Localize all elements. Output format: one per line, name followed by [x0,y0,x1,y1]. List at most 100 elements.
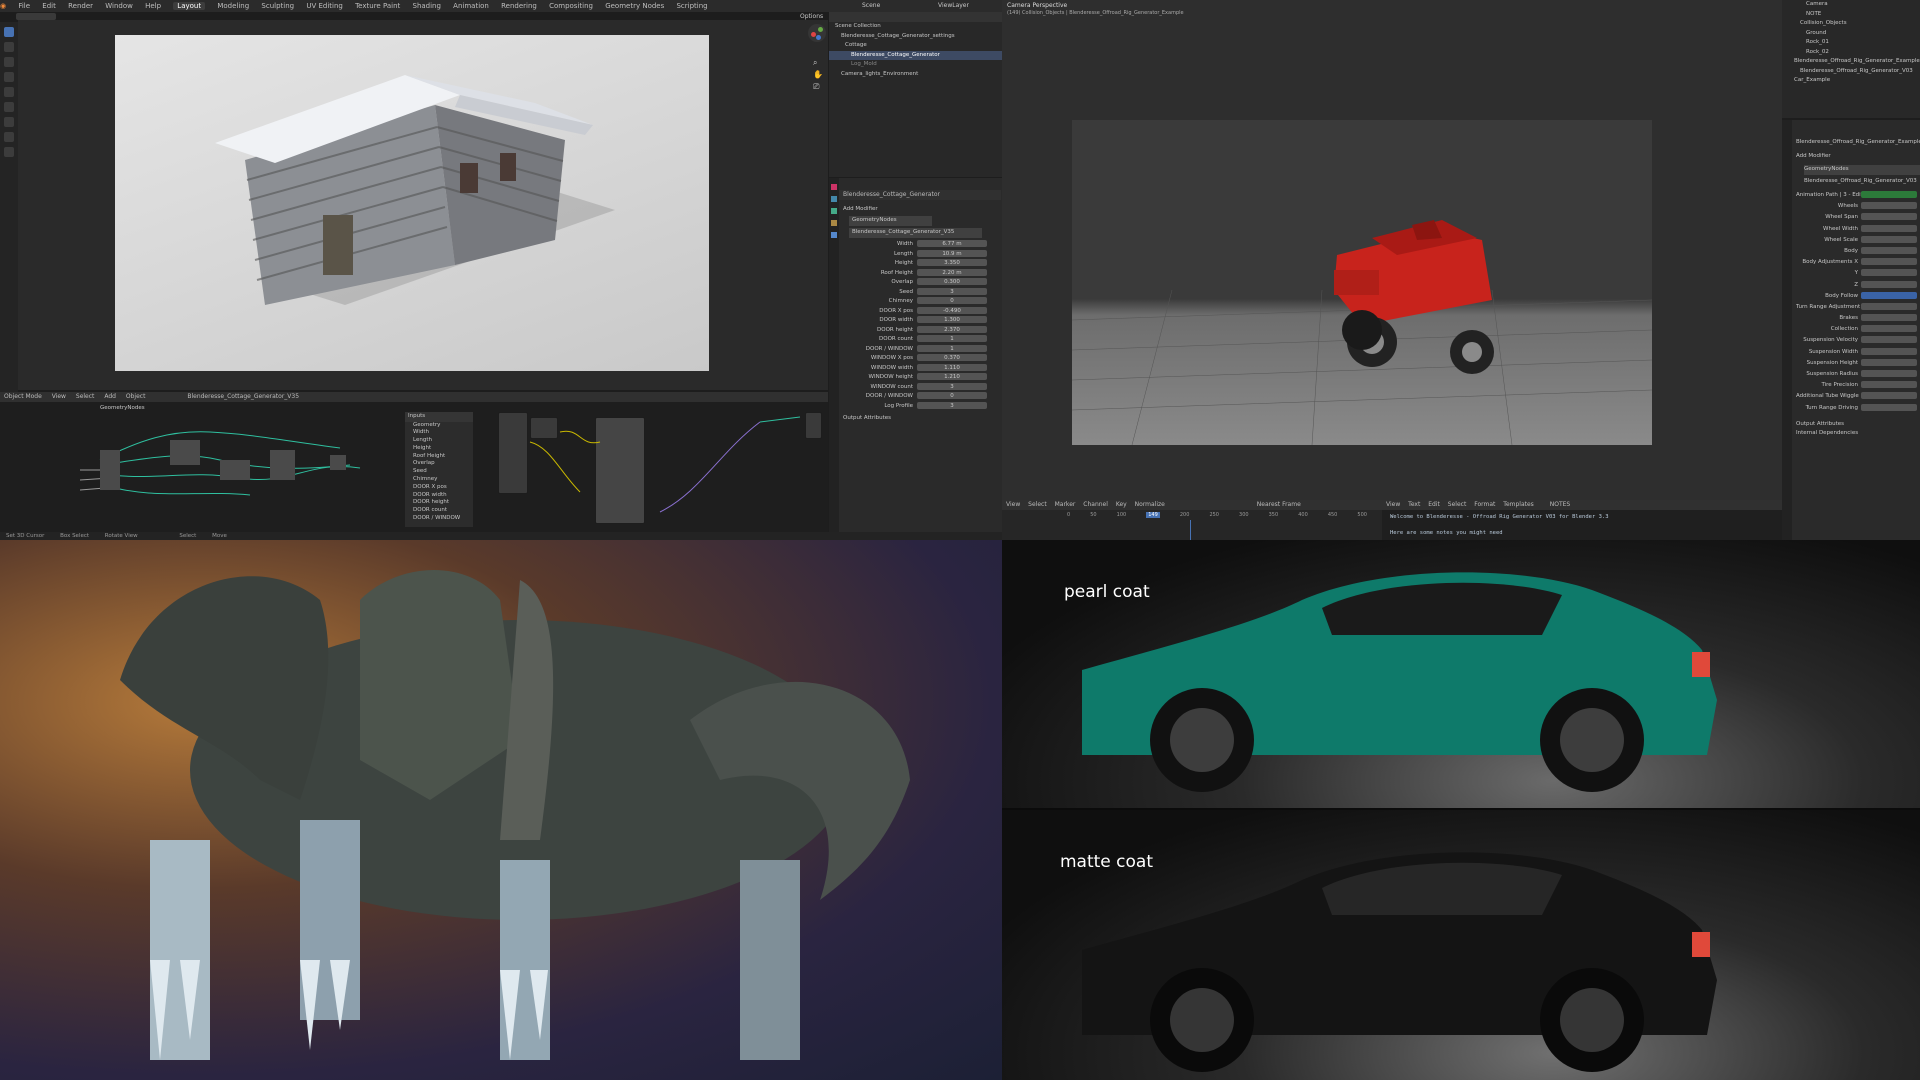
outliner-item-generator[interactable]: Blenderesse_Cottage_Generator [829,50,1002,60]
outliner-item[interactable]: Blenderesse_Offroad_Rig_Generator_Exampl… [1782,57,1920,67]
internal-dependencies-panel[interactable]: Internal Dependencies [1796,429,1920,439]
param-field[interactable]: 1 [917,335,987,342]
param-field[interactable]: 3 [917,382,987,390]
options-button[interactable]: Options [800,13,823,20]
menu-edit[interactable]: Edit [42,2,56,10]
measure-tool-icon[interactable] [4,132,14,142]
param-field[interactable]: 0.370 [917,354,987,361]
input-height[interactable]: Height [405,445,473,453]
add-modifier-button[interactable]: Add Modifier [1796,152,1831,162]
menu-render[interactable]: Render [68,2,93,10]
nodegroup-field[interactable]: Blenderesse_Offroad_Rig_Generator_V03 [1804,177,1920,187]
outliner-item-log-mold[interactable]: Log_Mold [829,60,1002,70]
cursor-tool-icon[interactable] [4,42,14,52]
param-field[interactable]: -0.490 [917,306,987,314]
transform-tool-icon[interactable] [4,102,14,112]
hand-pan-icon[interactable]: ✋ [813,70,823,79]
param-field[interactable] [1861,291,1917,299]
current-frame-indicator[interactable]: 149 [1146,512,1160,518]
param-field[interactable] [1861,370,1917,377]
timeline-key-menu[interactable]: Key [1116,501,1127,508]
param-field[interactable]: 2.20 m [917,268,987,276]
outliner-item-settings[interactable]: Blenderesse_Cottage_Generator_settings [829,32,1002,42]
param-field[interactable] [1861,202,1917,210]
add-menu[interactable]: Add [104,393,116,400]
param-field[interactable] [1861,347,1917,355]
blender-logo-icon[interactable]: ◉ [0,2,6,10]
camera-view-icon[interactable]: ⎚ [813,82,819,92]
input-door-window[interactable]: DOOR / WINDOW [405,515,473,523]
param-field[interactable]: 1.300 [917,316,987,323]
outliner-item[interactable]: Rock_02 [1782,48,1920,58]
param-field[interactable]: 1.110 [917,363,987,371]
tab-texture-paint[interactable]: Texture Paint [355,2,400,10]
param-field[interactable] [1861,246,1917,254]
timeline-view-menu[interactable]: View [1006,501,1020,508]
param-field[interactable]: 6.77 m [917,240,987,247]
tab-compositing[interactable]: Compositing [549,2,593,10]
text-templates-menu[interactable]: Templates [1503,501,1534,508]
viewlayer-selector[interactable]: ViewLayer [938,2,969,9]
text-editor[interactable]: View Text Edit Select Format Templates N… [1382,500,1782,540]
output-node-box[interactable] [805,412,822,439]
text-file-name[interactable]: NOTES [1550,501,1570,508]
menu-file[interactable]: File [18,2,30,10]
add-cube-tool-icon[interactable] [4,147,14,157]
input-chimney[interactable]: Chimney [405,476,473,484]
param-field[interactable]: 3 [917,401,987,409]
normalize-toggle[interactable]: Normalize [1135,501,1165,508]
input-door-width[interactable]: DOOR width [405,492,473,500]
param-field[interactable]: 1 [917,344,987,352]
param-field[interactable] [1861,302,1917,310]
input-width[interactable]: Width [405,429,473,437]
tab-scripting[interactable]: Scripting [676,2,707,10]
tab-shading[interactable]: Shading [413,2,441,10]
input-door-x[interactable]: DOOR X pos [405,484,473,492]
param-field[interactable]: 3.350 [917,259,987,266]
param-field[interactable] [1861,269,1917,277]
param-field[interactable] [1861,392,1917,400]
input-door-height[interactable]: DOOR height [405,499,473,507]
timeline-channel-menu[interactable]: Channel [1083,501,1108,508]
3d-viewport[interactable]: ⌕ ✋ ⎚ [18,20,828,390]
navigation-gizmo[interactable] [808,24,826,42]
param-field[interactable] [1861,314,1917,322]
rotate-tool-icon[interactable] [4,72,14,82]
tab-layout[interactable]: Layout [173,2,206,10]
param-field[interactable] [1861,403,1917,411]
input-roof-height[interactable]: Roof Height [405,453,473,461]
add-modifier-button[interactable]: Add Modifier [843,205,878,215]
outliner-item-scene-collection[interactable]: Scene Collection [829,22,1002,32]
param-field[interactable] [1861,213,1917,221]
param-field[interactable] [1861,336,1917,344]
param-field[interactable]: 3 [917,287,987,295]
text-select-menu[interactable]: Select [1448,501,1467,508]
node-editor[interactable]: Object Mode View Select Add Object Blend… [0,392,828,532]
tab-geometry-nodes[interactable]: Geometry Nodes [605,2,664,10]
timeline-select-menu[interactable]: Select [1028,501,1047,508]
param-field[interactable] [1861,258,1917,266]
timeline-marker-menu[interactable]: Marker [1055,501,1076,508]
tab-sculpting[interactable]: Sculpting [261,2,294,10]
input-length[interactable]: Length [405,437,473,445]
view-menu[interactable]: View [52,393,66,400]
zoom-icon[interactable]: ⌕ [813,58,817,68]
outliner-item[interactable]: Camera [1782,0,1920,10]
scale-tool-icon[interactable] [4,87,14,97]
mode-menu[interactable]: Object Mode [4,393,42,400]
outliner-item-cottage[interactable]: Cottage [829,41,1002,51]
output-attributes-panel[interactable]: Output Attributes [1796,420,1920,430]
modifier-name-field[interactable]: GeometryNodes [849,216,932,226]
outliner-item[interactable]: NOTE [1782,10,1920,20]
param-field[interactable]: 2.370 [917,325,987,333]
tab-uv-editing[interactable]: UV Editing [306,2,343,10]
tab-animation[interactable]: Animation [453,2,489,10]
input-door-count[interactable]: DOOR count [405,507,473,515]
menu-help[interactable]: Help [145,2,161,10]
param-field[interactable]: 0.300 [917,278,987,285]
input-seed[interactable]: Seed [405,468,473,476]
outliner-item[interactable]: Collision_Objects [1782,19,1920,29]
camera-viewport[interactable]: Camera Perspective (149) Collision_Objec… [1002,0,1782,500]
menu-window[interactable]: Window [105,2,133,10]
scene-selector[interactable]: Scene [862,2,880,9]
